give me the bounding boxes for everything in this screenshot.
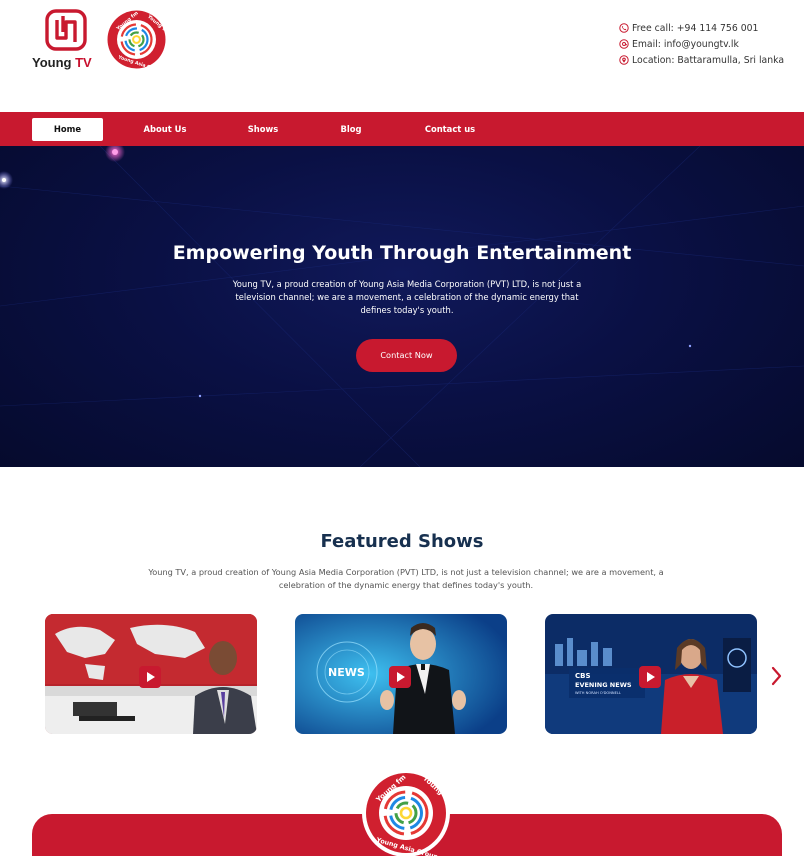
nav-home[interactable]: Home [32, 118, 103, 141]
location-icon [619, 55, 629, 65]
contact-email-text: Email: info@youngtv.lk [632, 38, 739, 50]
play-icon[interactable] [639, 666, 661, 688]
cbs-overlay-line3: WITH NORAH O'DONNELL [575, 691, 621, 695]
hero-description: Young TV, a proud creation of Young Asia… [232, 279, 582, 315]
contact-location-text: Location: Battaramulla, Sri lanka [632, 54, 785, 66]
logo-wordmark: Young TV [32, 55, 92, 70]
footer-young-asia-group-logo[interactable]: Young fm Young tv Young Asia Group [360, 768, 452, 856]
news-overlay-text: NEWS [328, 666, 365, 679]
nav-shows[interactable]: Shows [232, 118, 294, 141]
contact-email[interactable]: Email: info@youngtv.lk [619, 36, 784, 52]
play-icon[interactable] [139, 666, 161, 688]
young-tv-logo[interactable]: Young TV [30, 8, 105, 72]
chevron-right-icon[interactable] [766, 664, 786, 688]
contact-now-button[interactable]: Contact Now [356, 339, 457, 372]
show-card-3[interactable]: CBS EVENING NEWS WITH NORAH O'DONNELL [545, 614, 757, 734]
main-nav: Home About Us Shows Blog Contact us [0, 112, 804, 146]
nav-blog[interactable]: Blog [326, 118, 376, 141]
phone-icon [619, 23, 629, 33]
site-header: Young TV Young fm Young tv Young Asia Gr… [0, 0, 804, 112]
contact-location[interactable]: Location: Battaramulla, Sri lanka [619, 52, 784, 68]
email-icon [619, 39, 629, 49]
young-asia-group-logo[interactable]: Young fm Young tv Young Asia Group [106, 9, 167, 70]
show-card-2[interactable]: NEWS [295, 614, 507, 734]
featured-shows-title: Featured Shows [320, 531, 484, 552]
contact-phone-text: Free call: +94 114 756 001 [632, 22, 759, 34]
cbs-overlay-line1: CBS [575, 672, 591, 680]
nav-about-us[interactable]: About Us [130, 118, 200, 141]
contact-phone[interactable]: Free call: +94 114 756 001 [619, 20, 784, 36]
featured-shows-description: Young TV, a proud creation of Young Asia… [148, 567, 664, 590]
cbs-overlay-line2: EVENING NEWS [575, 681, 632, 689]
young-tv-logo-mark [45, 9, 87, 51]
hero-banner: Empowering Youth Through Entertainment Y… [0, 146, 804, 467]
nav-contact-us[interactable]: Contact us [410, 118, 490, 141]
show-card-1[interactable] [45, 614, 257, 734]
hero-title: Empowering Youth Through Entertainment [172, 242, 632, 264]
play-icon[interactable] [389, 666, 411, 688]
contact-info: Free call: +94 114 756 001 Email: info@y… [619, 20, 784, 68]
